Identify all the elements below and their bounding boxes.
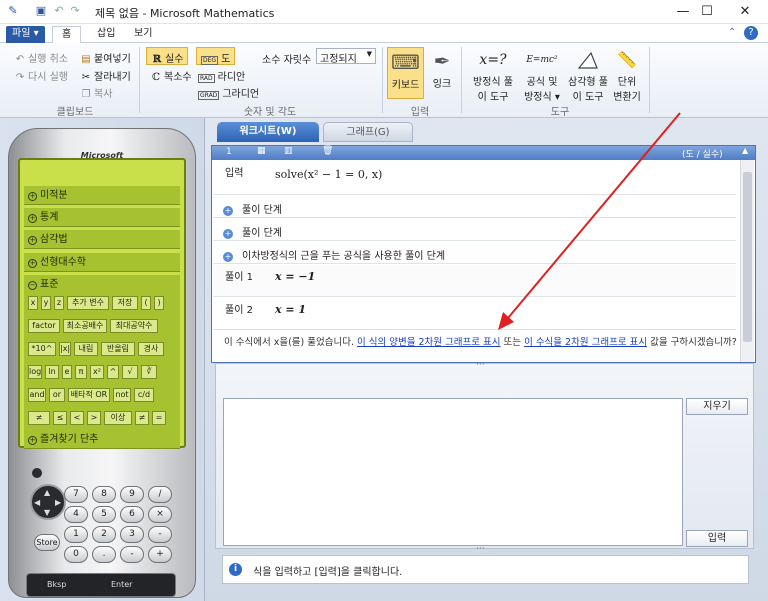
- annotation-arrow: [498, 112, 681, 330]
